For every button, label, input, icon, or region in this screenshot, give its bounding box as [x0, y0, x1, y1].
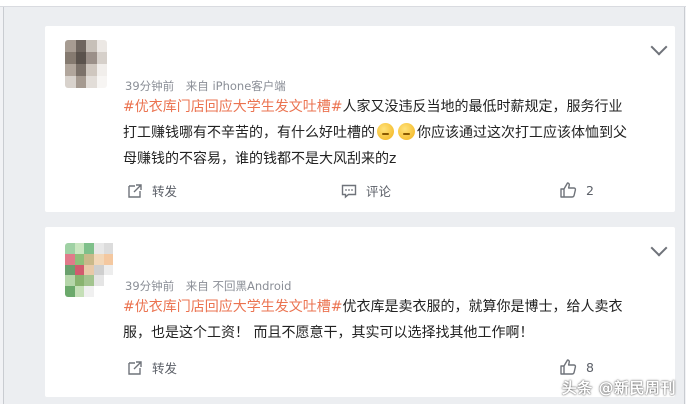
- source-label: 来自 iPhone客户端: [185, 79, 286, 93]
- chevron-down-icon[interactable]: [650, 239, 668, 257]
- timestamp: 39分钟前: [125, 79, 175, 93]
- like-count: 2: [586, 182, 594, 198]
- smirk-emoji-icon: [377, 123, 394, 140]
- like-button[interactable]: 2: [559, 181, 594, 199]
- smirk-emoji-icon: [398, 123, 415, 140]
- comment-label: 评论: [366, 184, 392, 199]
- thumbs-up-icon: [559, 358, 577, 376]
- comment-button[interactable]: 评论: [341, 181, 391, 200]
- comment-meta: 39分钟前 来自 iPhone客户端: [125, 78, 286, 94]
- chevron-down-icon[interactable]: [650, 38, 668, 56]
- like-count: 8: [586, 359, 594, 375]
- comment-icon: [341, 183, 357, 199]
- topic-link[interactable]: #优衣库门店回应大学生发文吐槽#: [123, 299, 342, 315]
- repost-icon: [127, 183, 143, 199]
- top-divider: [0, 0, 686, 7]
- like-button[interactable]: 8: [559, 358, 594, 376]
- comment-text: #优衣库门店回应大学生发文吐槽#人家又没违反当地的最低时薪规定，服务行业打工赚钱…: [123, 94, 635, 172]
- source-label: 来自 不回黑Android: [185, 279, 292, 293]
- repost-label: 转发: [152, 361, 178, 376]
- action-bar: 转发 评论 2: [45, 181, 675, 205]
- repost-label: 转发: [152, 184, 178, 199]
- repost-button[interactable]: 转发: [127, 358, 177, 377]
- comment-meta: 39分钟前 来自 不回黑Android: [125, 278, 291, 294]
- watermark: 头条 @新民周刊: [561, 379, 676, 397]
- comment-text: #优衣库门店回应大学生发文吐槽#优衣库是卖衣服的，就算你是博士，给人卖衣服，也是…: [123, 294, 635, 346]
- comment-card: 39分钟前 来自 不回黑Android #优衣库门店回应大学生发文吐槽#优衣库是…: [45, 227, 675, 397]
- topic-link[interactable]: #优衣库门店回应大学生发文吐槽#: [123, 99, 342, 115]
- repost-button[interactable]: 转发: [127, 181, 177, 200]
- thumbs-up-icon: [559, 181, 577, 199]
- avatar[interactable]: [65, 243, 123, 297]
- repost-icon: [127, 360, 143, 376]
- timestamp: 39分钟前: [125, 279, 175, 293]
- comment-card: 39分钟前 来自 iPhone客户端 #优衣库门店回应大学生发文吐槽#人家又没违…: [45, 26, 675, 212]
- avatar[interactable]: [65, 40, 107, 88]
